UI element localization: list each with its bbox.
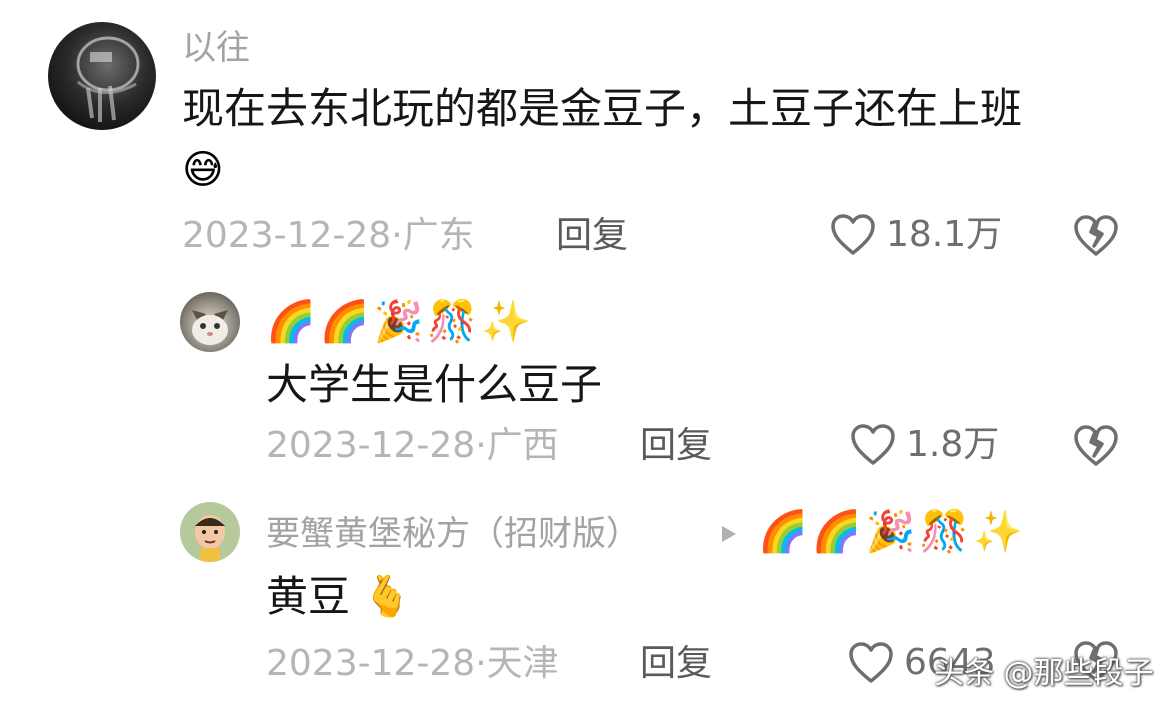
reply-arrow-icon: [720, 524, 738, 548]
reply-button[interactable]: 回复: [556, 214, 628, 258]
comment-author[interactable]: 要蟹黄堡秘方（招财版）: [266, 514, 640, 554]
heart-outline-icon: [851, 424, 895, 465]
comment-date-location: 2023-12-28·广东: [182, 215, 475, 256]
reply-to-author-emojis[interactable]: 🌈🌈🎉🎊✨: [758, 510, 1027, 554]
cartoon-kid-icon: [195, 515, 225, 562]
like-button[interactable]: 1.8万: [850, 420, 999, 470]
comment-text-content: 黄豆: [266, 572, 351, 621]
cat-face-icon: [192, 310, 228, 345]
reply-button[interactable]: 回复: [640, 424, 712, 468]
reply-author-emojis[interactable]: 🌈🌈🎉🎊✨: [266, 300, 535, 344]
watermark: 头条 @那些段子: [934, 656, 1154, 691]
like-count: 18.1万: [886, 214, 1003, 255]
dislike-button[interactable]: [1072, 424, 1120, 472]
finger-heart-emoji: 🫰: [362, 574, 416, 620]
xray-skull-icon: [76, 36, 140, 122]
dislike-button[interactable]: [1072, 214, 1120, 262]
heart-outline-icon: [831, 214, 875, 255]
dislike-broken-heart-icon: [1074, 425, 1118, 466]
comment-date-location: 2023-12-28·天津: [266, 643, 559, 684]
comment-date-location: 2023-12-28·广西: [266, 425, 559, 466]
sweat-smile-emoji: 😅: [182, 147, 228, 193]
dislike-broken-heart-icon: [1074, 215, 1118, 256]
avatar[interactable]: [180, 292, 240, 352]
comment-text: 大学生是什么豆子: [266, 360, 603, 409]
reply-button[interactable]: 回复: [640, 642, 712, 686]
avatar[interactable]: [48, 22, 156, 130]
like-count: 1.8万: [906, 424, 1000, 465]
like-button[interactable]: 18.1万: [830, 210, 1002, 260]
comment-text: 黄豆 🫰: [266, 572, 416, 622]
comment-text: 现在去东北玩的都是金豆子，土豆子还在上班: [182, 84, 1023, 133]
comment-author[interactable]: 以往: [182, 28, 250, 68]
heart-outline-icon: [849, 642, 893, 683]
avatar[interactable]: [180, 502, 240, 562]
